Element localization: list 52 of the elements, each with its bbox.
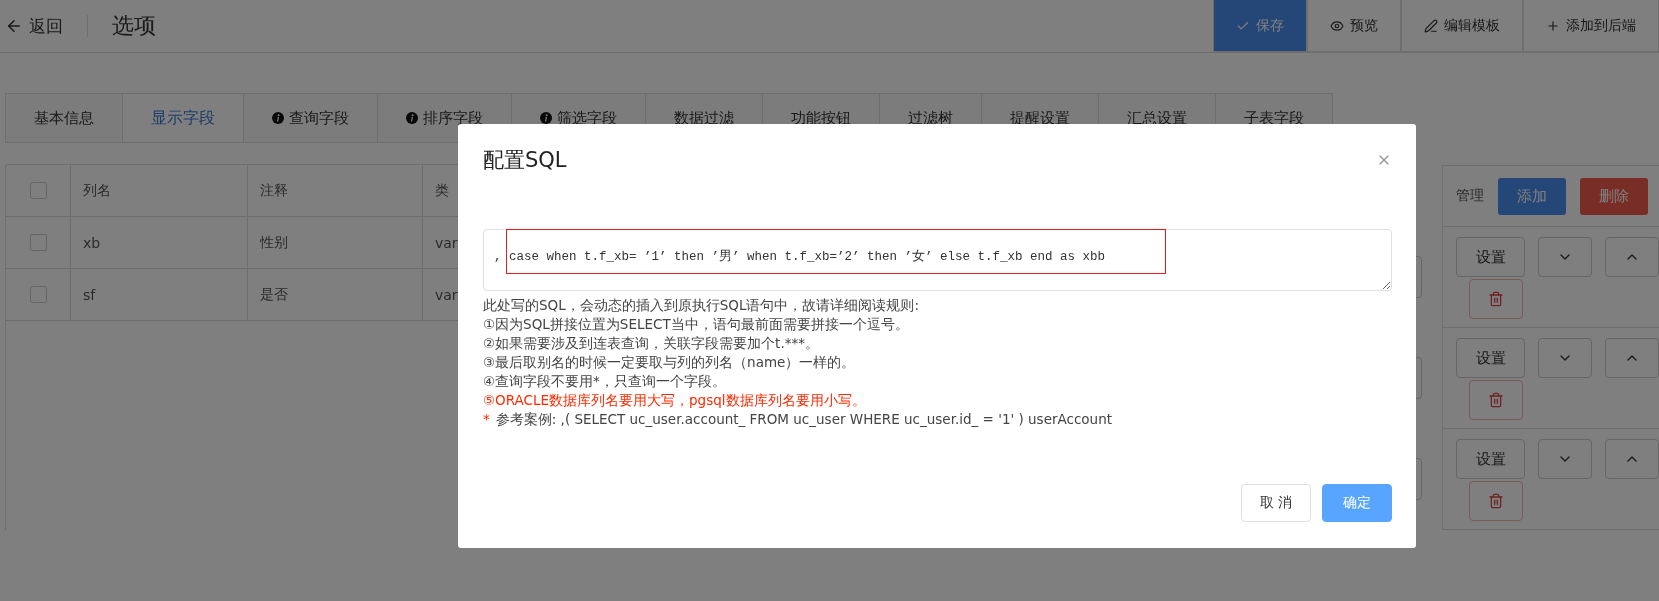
table-cell: xb xyxy=(71,217,248,268)
confirm-button[interactable]: 确定 xyxy=(1322,484,1392,522)
eye-icon xyxy=(1330,18,1344,33)
rule-text: ③最后取别名的时候一定要取与列的列名（name）一样的。 xyxy=(483,353,857,372)
move-down-button[interactable] xyxy=(1538,237,1592,277)
example-text: 参考案例: ,( SELECT uc_user.account_ FROM uc_user WHERE uc_user.id_ = '1' ) userAccount xyxy=(495,410,1112,429)
info-icon xyxy=(406,112,418,124)
toolbar-button[interactable]: 添加到后端 xyxy=(1523,0,1659,52)
settings-button[interactable]: 设置 xyxy=(1456,439,1525,479)
toolbar-button[interactable]: 编辑模板 xyxy=(1401,0,1523,52)
trash-icon xyxy=(1488,392,1504,408)
pen-icon xyxy=(1424,18,1438,33)
dialog-title: 配置SQL xyxy=(483,147,567,174)
column-header: 注释 xyxy=(248,165,423,216)
rule-text: 此处写的SQL，会动态的插入到原执行SQL语句中，故请详细阅读规则: xyxy=(483,296,920,315)
back-link[interactable]: 返回 xyxy=(5,14,63,38)
table-cell: 性别 xyxy=(248,217,423,268)
delete-button[interactable]: 删除 xyxy=(1580,177,1648,215)
move-down-button[interactable] xyxy=(1538,338,1592,378)
table-cell: sf xyxy=(71,269,248,320)
delete-row-button[interactable] xyxy=(1469,380,1523,420)
move-up-button[interactable] xyxy=(1605,439,1659,479)
move-down-button[interactable] xyxy=(1538,439,1592,479)
page-title: 选项 xyxy=(112,12,156,40)
trash-icon xyxy=(1488,493,1504,509)
tab[interactable]: 显示字段 xyxy=(123,93,244,143)
tab[interactable]: 基本信息 xyxy=(5,93,123,143)
delete-row-button[interactable] xyxy=(1469,481,1523,521)
add-button[interactable]: 添加 xyxy=(1498,177,1566,215)
cancel-button[interactable]: 取 消 xyxy=(1240,484,1311,522)
required-mark: * xyxy=(483,410,490,429)
checkbox[interactable] xyxy=(29,286,47,303)
tab[interactable]: 查询字段 xyxy=(244,93,378,143)
trash-icon xyxy=(1488,291,1504,307)
plus-icon xyxy=(1546,18,1560,33)
info-icon xyxy=(272,112,284,124)
column-header: 管理 xyxy=(1456,187,1484,205)
move-up-button[interactable] xyxy=(1605,237,1659,277)
checkbox[interactable] xyxy=(29,182,47,199)
toolbar-button[interactable]: 保存 xyxy=(1213,0,1307,52)
rule-text: ⑤ORACLE数据库列名要用大写，pgsql数据库列名要用小写。 xyxy=(483,391,867,410)
toolbar-button[interactable]: 预览 xyxy=(1307,0,1401,52)
move-up-button[interactable] xyxy=(1605,338,1659,378)
sql-input[interactable]: , case when t.f_xb= ’1’ then ’男’ when t.f_xb=’2’ then ’女’ else t.f_xb end as xbb xyxy=(483,229,1392,291)
settings-button[interactable]: 设置 xyxy=(1456,237,1525,277)
rule-text: ④查询字段不要用*，只查询一个字段。 xyxy=(483,372,727,391)
checkbox[interactable] xyxy=(29,234,47,251)
settings-button[interactable]: 设置 xyxy=(1456,338,1525,378)
table-cell: 是否 xyxy=(248,269,423,320)
column-header: 列名 xyxy=(71,165,248,216)
rule-text: ②如果需要涉及到连表查询，关联字段需要加个t.***。 xyxy=(483,334,820,353)
delete-row-button[interactable] xyxy=(1469,279,1523,319)
